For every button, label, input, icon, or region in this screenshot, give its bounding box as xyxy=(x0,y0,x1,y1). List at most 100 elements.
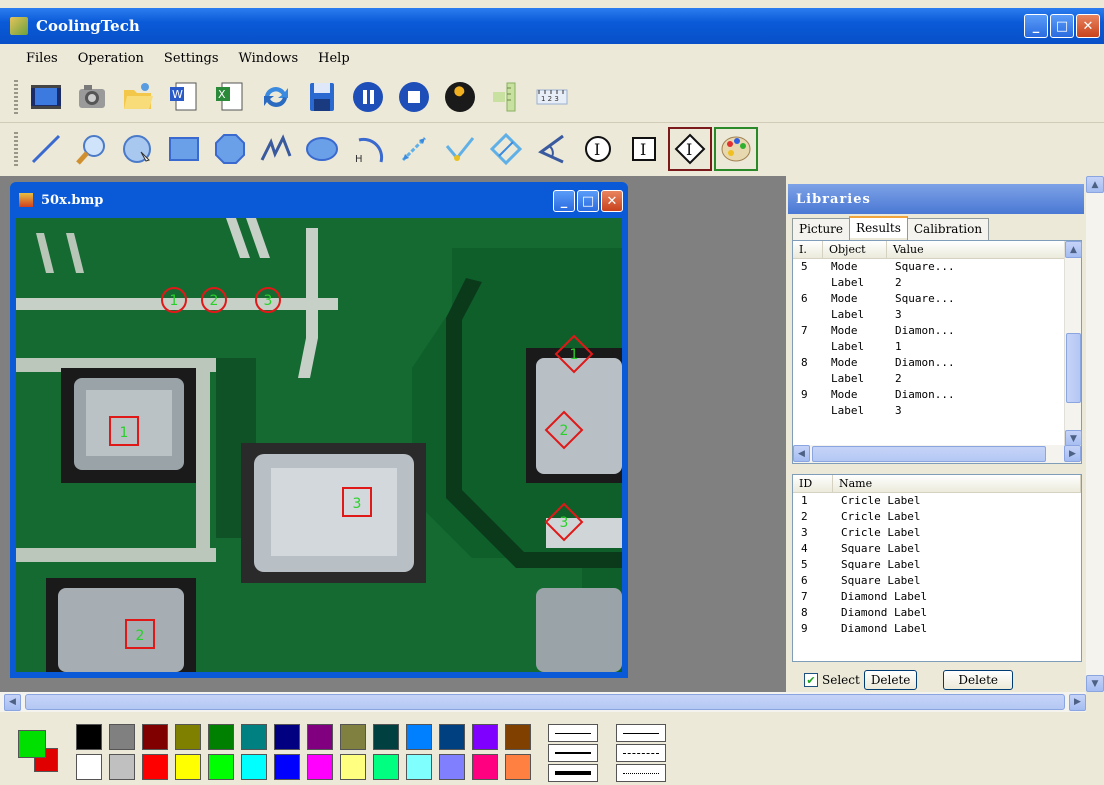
color-swatch[interactable] xyxy=(406,724,432,750)
list-item[interactable]: 4 Square Label xyxy=(793,541,1081,557)
rotate-tool-icon[interactable] xyxy=(486,129,526,169)
color-swatch[interactable] xyxy=(373,724,399,750)
main-scroll-right-icon[interactable]: ▶ xyxy=(1069,693,1086,711)
horizontal-ruler-icon[interactable]: 1 2 3 xyxy=(532,77,572,117)
color-swatch[interactable] xyxy=(208,754,234,780)
scroll-thumb[interactable] xyxy=(1066,333,1081,403)
color-swatch[interactable] xyxy=(109,754,135,780)
results-vertical-scrollbar[interactable]: ▲ ▼ xyxy=(1064,241,1082,447)
color-swatch[interactable] xyxy=(109,724,135,750)
image-minimize-button[interactable]: _ xyxy=(553,190,575,212)
main-vertical-scrollbar[interactable]: ▲ ▼ xyxy=(1086,176,1104,692)
open-folder-icon[interactable] xyxy=(118,77,158,117)
line-width-thin[interactable] xyxy=(548,724,598,742)
color-swatch[interactable] xyxy=(274,724,300,750)
main-scroll-up-icon[interactable]: ▲ xyxy=(1086,176,1104,193)
tab-calibration[interactable]: Calibration xyxy=(906,218,990,240)
color-swatch[interactable] xyxy=(472,754,498,780)
menu-windows[interactable]: Windows xyxy=(239,51,299,66)
color-swatch[interactable] xyxy=(307,724,333,750)
line-style-solid[interactable] xyxy=(616,724,666,742)
main-hscroll-thumb[interactable] xyxy=(25,694,1065,710)
zoom-tool-icon[interactable] xyxy=(72,129,112,169)
main-scroll-left-icon[interactable]: ◀ xyxy=(4,693,21,711)
color-swatch[interactable] xyxy=(241,754,267,780)
color-swatch[interactable] xyxy=(76,754,102,780)
color-swatch[interactable] xyxy=(142,754,168,780)
table-row[interactable]: Label 3 xyxy=(793,307,1081,323)
rectangle-tool-icon[interactable] xyxy=(164,129,204,169)
tab-picture[interactable]: Picture xyxy=(792,218,851,240)
col-id[interactable]: ID xyxy=(793,475,833,492)
refresh-icon[interactable] xyxy=(256,77,296,117)
menu-operation[interactable]: Operation xyxy=(78,51,144,66)
select-checkbox[interactable]: ✔ xyxy=(804,673,818,687)
circle-label-icon[interactable]: I xyxy=(578,129,618,169)
ellipse-tool-icon[interactable] xyxy=(302,129,342,169)
current-colors[interactable] xyxy=(16,728,68,780)
toolbar-grip[interactable] xyxy=(14,131,18,166)
list-item[interactable]: 6 Square Label xyxy=(793,573,1081,589)
color-swatch[interactable] xyxy=(373,754,399,780)
col-object[interactable]: Object xyxy=(823,241,887,258)
diamond-label-icon[interactable]: I xyxy=(668,126,712,171)
color-swatch[interactable] xyxy=(208,724,234,750)
stop-icon[interactable] xyxy=(394,77,434,117)
scroll-left-icon[interactable]: ◀ xyxy=(793,445,810,462)
image-close-button[interactable]: ✕ xyxy=(601,190,623,212)
save-icon[interactable] xyxy=(302,77,342,117)
capture-video-icon[interactable] xyxy=(26,77,66,117)
table-row[interactable]: Label 2 xyxy=(793,275,1081,291)
table-row[interactable]: Label 1 xyxy=(793,339,1081,355)
toolbar-grip[interactable] xyxy=(14,80,18,114)
hscroll-thumb[interactable] xyxy=(812,446,1046,462)
delete-button-2[interactable]: Delete xyxy=(943,670,1013,690)
results-list[interactable]: I. Object Value 5 Mode Square... Label 2 6 Mod… xyxy=(792,240,1082,464)
color-swatch[interactable] xyxy=(340,754,366,780)
circle-tool-icon[interactable] xyxy=(118,129,158,169)
angle-tool-icon[interactable] xyxy=(440,129,480,169)
vertical-ruler-icon[interactable] xyxy=(486,77,526,117)
list-item[interactable]: 5 Square Label xyxy=(793,557,1081,573)
color-swatch[interactable] xyxy=(307,754,333,780)
angle-measure-icon[interactable] xyxy=(532,129,572,169)
word-export-icon[interactable]: W xyxy=(164,77,204,117)
scroll-right-icon[interactable]: ▶ xyxy=(1064,445,1081,462)
minimize-button[interactable]: _ xyxy=(1024,14,1048,38)
color-swatch[interactable] xyxy=(439,724,465,750)
table-row[interactable]: 5 Mode Square... xyxy=(793,259,1081,275)
line-width-thick[interactable] xyxy=(548,764,598,782)
color-swatch[interactable] xyxy=(241,724,267,750)
color-swatch[interactable] xyxy=(505,754,531,780)
menu-help[interactable]: Help xyxy=(318,51,350,66)
delete-button-1[interactable]: Delete xyxy=(863,670,918,690)
scroll-up-icon[interactable]: ▲ xyxy=(1065,241,1082,258)
image-maximize-button[interactable]: □ xyxy=(577,190,599,212)
col-index[interactable]: I. xyxy=(793,241,823,258)
tools-icon[interactable] xyxy=(440,77,480,117)
microscope-image[interactable]: 1 2 3 1 3 2 1 2 3 xyxy=(16,218,622,672)
color-swatch[interactable] xyxy=(76,724,102,750)
results-horizontal-scrollbar[interactable]: ◀ ▶ xyxy=(793,445,1081,463)
tab-results[interactable]: Results xyxy=(849,216,908,238)
table-row[interactable]: 9 Mode Diamon... xyxy=(793,387,1081,403)
list-item[interactable]: 3 Cricle Label xyxy=(793,525,1081,541)
octagon-tool-icon[interactable] xyxy=(210,129,250,169)
table-row[interactable]: Label 3 xyxy=(793,403,1081,419)
color-swatch[interactable] xyxy=(175,724,201,750)
foreground-color-swatch[interactable] xyxy=(18,730,46,758)
color-swatch[interactable] xyxy=(274,754,300,780)
main-scroll-down-icon[interactable]: ▼ xyxy=(1086,675,1104,692)
table-row[interactable]: 8 Mode Diamon... xyxy=(793,355,1081,371)
menu-settings[interactable]: Settings xyxy=(164,51,219,66)
polyline-tool-icon[interactable] xyxy=(256,129,296,169)
list-item[interactable]: 1 Cricle Label xyxy=(793,493,1081,509)
color-swatch[interactable] xyxy=(340,724,366,750)
pause-icon[interactable] xyxy=(348,77,388,117)
camera-icon[interactable] xyxy=(72,77,112,117)
square-label-icon[interactable]: I xyxy=(624,129,664,169)
line-style-dashed[interactable] xyxy=(616,744,666,762)
color-swatch[interactable] xyxy=(142,724,168,750)
color-swatch[interactable] xyxy=(439,754,465,780)
table-row[interactable]: 6 Mode Square... xyxy=(793,291,1081,307)
